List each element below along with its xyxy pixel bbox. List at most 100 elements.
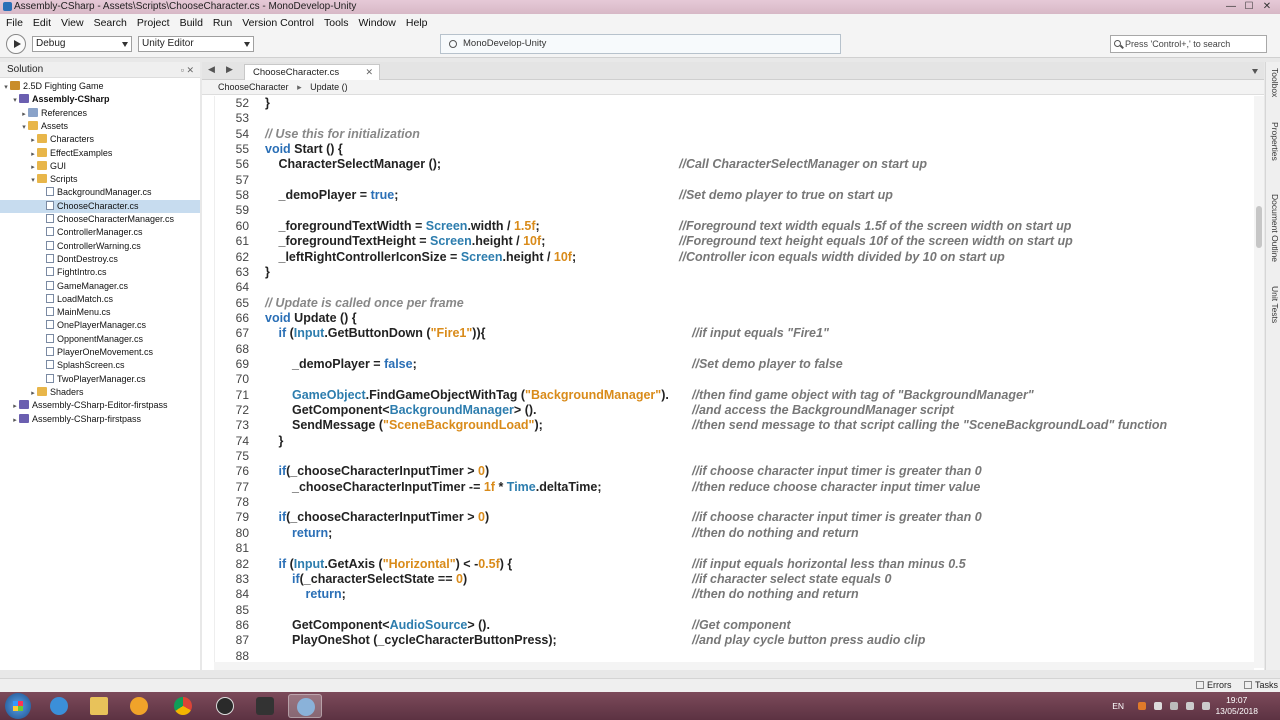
menu-edit[interactable]: Edit [33,17,51,29]
tree-item[interactable]: PlayerOneMovement.cs [0,346,200,359]
collapsed-arrow-icon[interactable]: ▸ [29,161,37,174]
side-pad-toolbox[interactable]: Toolbox [1267,68,1280,97]
tree-item[interactable]: GameManager.cs [0,280,200,293]
tree-item[interactable]: ▸ Shaders [0,386,200,399]
code-line[interactable]: 77 _chooseCharacterInputTimer -= 1f * Tim… [215,480,1252,495]
code-line[interactable]: 61 _foregroundTextHeight = Screen.height … [215,234,1252,249]
tray-display-icon[interactable] [1170,702,1178,710]
side-pad-properties[interactable]: Properties [1267,122,1280,161]
target-select[interactable]: Unity Editor [138,36,254,52]
code-line[interactable]: 60 _foregroundTextWidth = Screen.width / … [215,219,1252,234]
language-indicator[interactable]: EN [1112,701,1124,711]
expanded-arrow-icon[interactable]: ▾ [29,174,37,187]
tree-item[interactable]: ▸ Assembly-CSharp-Editor-firstpass [0,399,200,412]
tree-item[interactable]: FightIntro.cs [0,266,200,279]
tree-item[interactable]: MainMenu.cs [0,306,200,319]
code-line[interactable]: 66 void Update () { [215,311,1252,326]
expanded-arrow-icon[interactable]: ▾ [20,121,28,134]
horizontal-scrollbar[interactable] [214,662,1254,670]
code-editor[interactable]: 52} 53 54// Use this for initialization 55 v… [214,96,1252,666]
tray-network-icon[interactable] [1186,702,1194,710]
tab-choosecharacter[interactable]: ChooseCharacter.cs ✕ [244,64,380,80]
code-line[interactable]: 86 GetComponent<AudioSource> (). //Get com… [215,618,1252,633]
tree-item[interactable]: TwoPlayerManager.cs [0,373,200,386]
tree-item[interactable]: ControllerWarning.cs [0,240,200,253]
code-line[interactable]: 67 if (Input.GetButtonDown ("Fire1")){//i… [215,326,1252,341]
tab-scroll-left-icon[interactable]: ◀ [208,64,215,75]
taskbar-chrome[interactable] [166,694,200,718]
errors-pad-button[interactable]: Errors [1196,680,1232,690]
code-line[interactable]: 57 [215,173,1252,188]
code-line[interactable]: 71 GameObject.FindGameObjectWithTag ("Bac… [215,388,1252,403]
taskbar-media-player[interactable] [122,694,156,718]
menu-build[interactable]: Build [180,17,203,29]
tab-close-icon[interactable]: ✕ [365,65,373,80]
expanded-arrow-icon[interactable]: ▾ [2,81,10,94]
code-line[interactable]: 68 [215,342,1252,357]
menu-tools[interactable]: Tools [324,17,349,29]
tree-item[interactable]: ▸ EffectExamples [0,147,200,160]
scrollbar-thumb[interactable] [1256,206,1262,248]
tree-item[interactable]: OnePlayerManager.cs [0,319,200,332]
code-line[interactable]: 87 PlayOneShot (_cycleCharacterButtonPres… [215,633,1252,648]
taskbar-unity[interactable] [248,694,282,718]
taskbar-monodevelop[interactable] [288,694,322,718]
code-line[interactable]: 55 void Start () { [215,142,1252,157]
tasks-pad-button[interactable]: Tasks [1244,680,1278,690]
code-line[interactable]: 73 SendMessage ("SceneBackgroundLoad"); //… [215,418,1252,433]
tree-item[interactable]: ControllerManager.cs [0,226,200,239]
collapsed-arrow-icon[interactable]: ▸ [11,400,19,413]
code-line[interactable]: 56 CharacterSelectManager (); //Call Chara… [215,157,1252,172]
taskbar-file-explorer[interactable] [82,694,116,718]
code-line[interactable]: 52} [215,96,1252,111]
menu-project[interactable]: Project [137,17,170,29]
tab-list-icon[interactable] [1252,69,1258,74]
code-line[interactable]: 79 if(_chooseCharacterInputTimer > 0) //if… [215,510,1252,525]
tree-item[interactable]: BackgroundManager.cs [0,186,200,199]
code-line[interactable]: 70 [215,372,1252,387]
menu-window[interactable]: Window [359,17,396,29]
collapsed-arrow-icon[interactable]: ▸ [29,134,37,147]
tray-app-icon[interactable] [1138,702,1146,710]
side-pad-document-outline[interactable]: Document Outline [1267,194,1280,262]
pad-buttons[interactable]: ▫ ✕ [181,62,194,78]
tree-item[interactable]: DontDestroy.cs [0,253,200,266]
vertical-scrollbar[interactable] [1254,96,1264,668]
menu-version-control[interactable]: Version Control [242,17,314,29]
tree-item[interactable]: ▸ References [0,107,200,120]
tree-item[interactable]: ▾ Assets [0,120,200,133]
code-line[interactable]: 85 [215,603,1252,618]
expanded-arrow-icon[interactable]: ▾ [11,94,19,107]
tree-item[interactable]: ▸ GUI [0,160,200,173]
code-line[interactable]: 69 _demoPlayer = false; //Set demo player … [215,357,1252,372]
taskbar-internet-explorer[interactable] [42,694,76,718]
collapsed-arrow-icon[interactable]: ▸ [11,414,19,427]
code-line[interactable]: 84 return; //then do nothing and return [215,587,1252,602]
menu-file[interactable]: File [6,17,23,29]
code-line[interactable]: 75 [215,449,1252,464]
code-line[interactable]: 72 GetComponent<BackgroundManager> (). //a… [215,403,1252,418]
configuration-select[interactable]: Debug [32,36,132,52]
tree-item[interactable]: ▸ Characters [0,133,200,146]
clock[interactable]: 19:07 13/05/2018 [1215,695,1258,717]
tree-item[interactable]: ChooseCharacterManager.cs [0,213,200,226]
start-button[interactable] [5,693,31,719]
code-line[interactable]: 82 if (Input.GetAxis ("Horizontal") < -0.… [215,557,1252,572]
taskbar-obs[interactable] [208,694,242,718]
tree-item[interactable]: ChooseCharacter.cs [0,199,200,213]
collapsed-arrow-icon[interactable]: ▸ [20,108,28,121]
breadcrumb-method[interactable]: Update () [310,82,348,92]
code-line[interactable]: 62 _leftRightControllerIconSize = Screen.… [215,250,1252,265]
code-line[interactable]: 80 return; //then do nothing and return [215,526,1252,541]
code-line[interactable]: 83 if(_characterSelectState == 0) //if cha… [215,572,1252,587]
menu-view[interactable]: View [61,17,84,29]
tree-item[interactable]: SplashScreen.cs [0,359,200,372]
close-window-button[interactable]: ✕ [1258,0,1276,13]
run-button[interactable] [6,34,26,54]
side-pad-unit-tests[interactable]: Unit Tests [1267,286,1280,323]
tree-item[interactable]: ▾ Scripts [0,173,200,186]
code-line[interactable]: 54 // Use this for initialization [215,127,1252,142]
menu-help[interactable]: Help [406,17,428,29]
minimize-button[interactable]: — [1222,0,1240,13]
collapsed-arrow-icon[interactable]: ▸ [29,148,37,161]
